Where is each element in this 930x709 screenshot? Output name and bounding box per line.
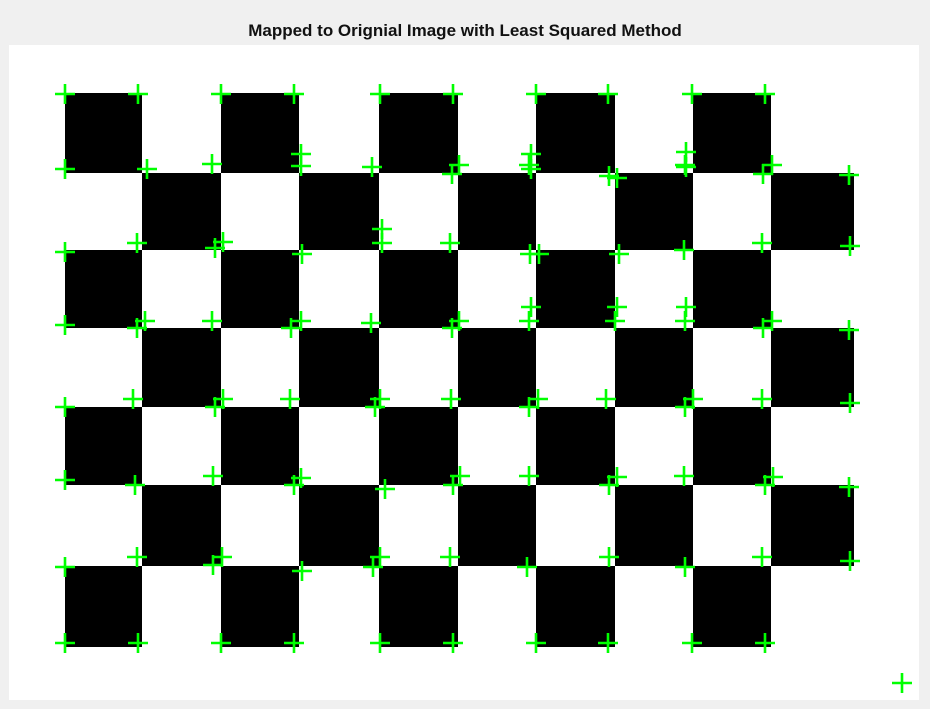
checker-square	[536, 250, 615, 328]
checker-square	[221, 566, 299, 647]
checker-square	[65, 407, 142, 485]
checker-square	[299, 328, 379, 407]
checker-square	[693, 250, 771, 328]
checker-square	[142, 328, 221, 407]
checker-square	[65, 566, 142, 647]
checker-square	[379, 566, 458, 647]
chart-svg	[55, 84, 912, 693]
checker-square	[693, 93, 771, 173]
checker-square	[536, 93, 615, 173]
plus-marker	[752, 389, 772, 409]
plus-marker	[123, 389, 143, 409]
checker-square	[65, 93, 142, 173]
plus-marker	[675, 155, 695, 175]
plus-marker	[596, 389, 616, 409]
checker-square	[458, 485, 536, 566]
plus-marker	[202, 154, 222, 174]
checker-square	[693, 566, 771, 647]
chart-title: Mapped to Orignial Image with Least Squa…	[248, 21, 682, 40]
checker-square	[615, 173, 693, 250]
checker-square	[142, 173, 221, 250]
checker-square	[221, 250, 299, 328]
checker-square	[379, 93, 458, 173]
checker-square	[771, 485, 854, 566]
checker-square	[458, 173, 536, 250]
plus-marker	[752, 547, 772, 567]
checker-square	[693, 407, 771, 485]
plus-marker	[203, 466, 223, 486]
checker-square	[771, 328, 854, 407]
checker-square	[221, 93, 299, 173]
checker-square	[379, 250, 458, 328]
checker-square	[458, 328, 536, 407]
checker-square	[536, 566, 615, 647]
checker-square	[615, 485, 693, 566]
checker-square	[142, 485, 221, 566]
plus-marker	[892, 673, 912, 693]
plot-area	[9, 45, 919, 700]
checker-square	[536, 407, 615, 485]
checkerboard-image	[65, 93, 854, 647]
checker-square	[379, 407, 458, 485]
checker-square	[299, 173, 379, 250]
plus-marker	[280, 389, 300, 409]
plus-marker	[674, 466, 694, 486]
plus-marker	[440, 547, 460, 567]
checker-square	[299, 485, 379, 566]
checker-square	[65, 250, 142, 328]
checker-square	[771, 173, 854, 250]
checker-square	[615, 328, 693, 407]
checker-square	[221, 407, 299, 485]
